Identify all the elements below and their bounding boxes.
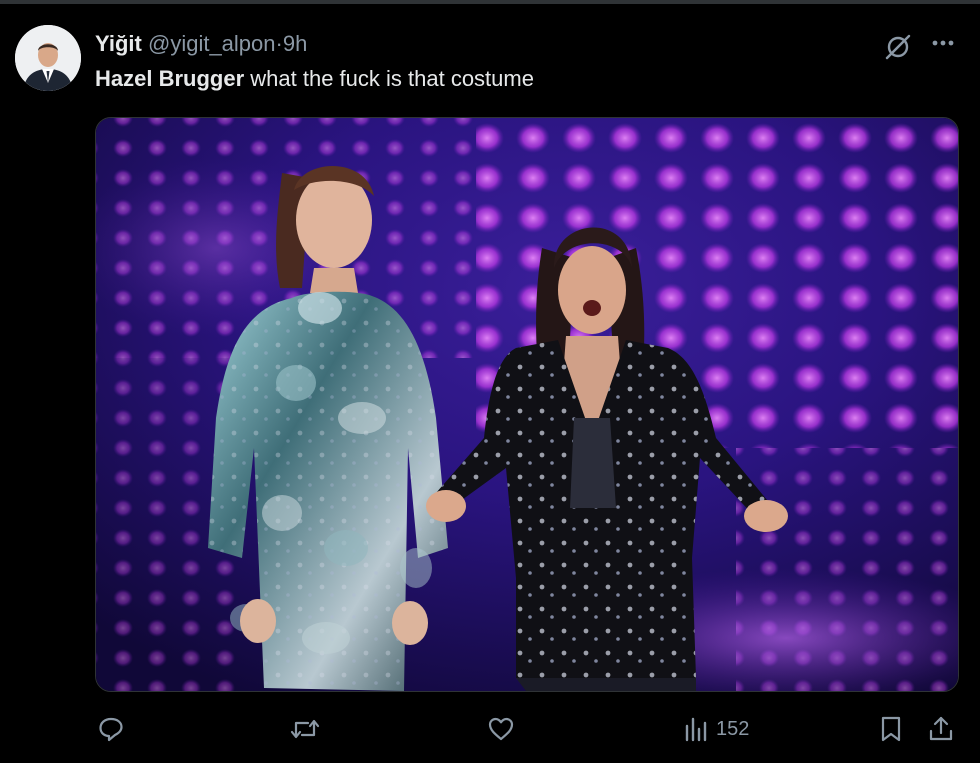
avatar[interactable] (15, 25, 81, 91)
tweet-time[interactable]: 9h (283, 31, 307, 56)
like-icon (488, 717, 514, 741)
grok-icon (885, 34, 911, 60)
tweet: Yiğit @yigit_alpon·9h Hazel Brugger what… (0, 0, 980, 763)
mention-link[interactable]: Hazel Brugger (95, 66, 244, 91)
views-button[interactable]: 152 (684, 713, 749, 745)
views-count: 152 (716, 717, 750, 740)
media-photo (96, 118, 958, 691)
avatar-image (15, 25, 81, 91)
reply-button[interactable] (96, 713, 126, 745)
share-button[interactable] (926, 713, 956, 745)
reply-icon (99, 717, 123, 742)
retweet-button[interactable] (289, 713, 321, 745)
more-icon (932, 40, 954, 46)
author-name[interactable]: Yiğit (95, 31, 142, 56)
bookmark-button[interactable] (877, 713, 905, 745)
bookmark-icon (881, 716, 901, 742)
more-button[interactable] (928, 31, 960, 63)
tweet-body: what the fuck is that costume (244, 66, 534, 91)
views-icon (685, 717, 707, 742)
like-button[interactable] (486, 713, 516, 745)
share-icon (929, 716, 953, 741)
retweet-icon (290, 719, 320, 739)
tweet-media[interactable] (95, 117, 959, 692)
author-handle[interactable]: @yigit_alpon (148, 31, 276, 56)
separator-dot: · (275, 31, 283, 56)
grok-button[interactable] (882, 31, 914, 63)
tweet-text: Hazel Brugger what the fuck is that cost… (95, 65, 534, 93)
tweet-header: Yiğit @yigit_alpon·9h (95, 30, 307, 58)
